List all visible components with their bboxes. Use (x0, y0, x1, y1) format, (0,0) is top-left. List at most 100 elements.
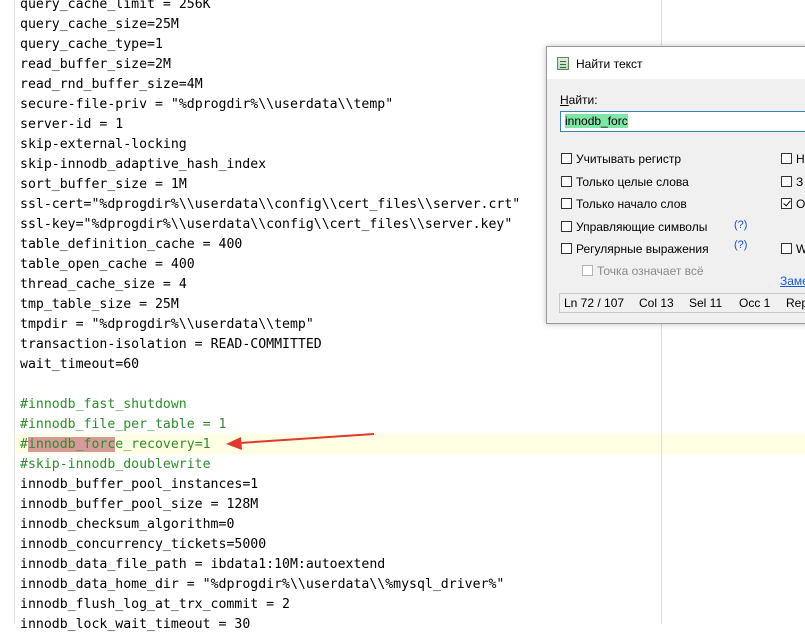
assignment-operator: = (202, 497, 227, 512)
option-checkbox[interactable] (561, 221, 572, 232)
config-value: 400 (170, 257, 195, 272)
code-line[interactable]: query_cache_size=25M (20, 15, 520, 35)
code-line[interactable]: transaction-isolation = READ-COMMITTED (20, 335, 520, 355)
option-label: Учитывать регистр (576, 152, 682, 166)
code-line[interactable]: innodb_checksum_algorithm=0 (20, 515, 520, 535)
config-value: 25M (154, 297, 179, 312)
config-value: 400 (218, 237, 243, 252)
code-line[interactable]: wait_timeout=60 (20, 355, 520, 375)
option-checkbox[interactable] (561, 198, 572, 209)
search-match-highlight: innodb_forc (27, 437, 116, 452)
code-line[interactable]: #skip-innodb_doublewrite (20, 455, 520, 475)
option-checkbox[interactable] (781, 198, 792, 209)
assignment-operator: = (154, 277, 179, 292)
config-key: innodb_lock_wait_timeout (20, 617, 211, 632)
find-input-selected-text: innodb_forc (565, 114, 628, 128)
option-label: Н (796, 152, 805, 166)
code-line[interactable]: innodb_flush_log_at_trx_commit = 2 (20, 595, 520, 615)
help-link-escape[interactable]: (?) (734, 219, 747, 231)
config-key: tmpdir (20, 317, 68, 332)
code-line[interactable]: read_rnd_buffer_size=4M (20, 75, 520, 95)
code-line[interactable]: table_open_cache = 400 (20, 255, 520, 275)
config-value: "%dprogdir%\\userdata\\%mysql_driver%" (202, 577, 505, 592)
code-line[interactable]: query_cache_limit = 256K (20, 0, 520, 15)
config-value: 1 (155, 37, 163, 52)
code-line[interactable] (20, 375, 520, 395)
config-key: ssl-cert (20, 197, 84, 212)
config-key: innodb_data_file_path (20, 557, 187, 572)
assignment-operator: = (147, 177, 171, 192)
option-label: Регулярные выражения (576, 242, 709, 256)
assignment-operator: = (75, 217, 84, 232)
option-label: Только начало слов (576, 197, 687, 211)
config-key: secure-file-priv (20, 97, 148, 112)
code-line[interactable]: innodb_data_file_path = ibdata1:10M:auto… (20, 555, 520, 575)
code-line[interactable]: innodb_buffer_pool_instances=1 (20, 475, 520, 495)
status-column: Col 13 (639, 296, 674, 310)
config-value: 4M (186, 77, 203, 92)
code-line[interactable]: query_cache_type=1 (20, 35, 520, 55)
config-key: server-id (20, 117, 92, 132)
config-value: 128M (226, 497, 259, 512)
assignment-operator: = (258, 597, 283, 612)
code-line[interactable]: skip-external-locking (20, 135, 520, 155)
comment-text: #skip-innodb_doublewrite (20, 457, 211, 472)
option-label: Управляющие символы (576, 220, 708, 234)
config-value: "%dprogdir%\\userdata\\config\\cert_file… (83, 217, 513, 232)
option-label: Точка означает всё (597, 264, 704, 278)
code-line[interactable]: tmp_table_size = 25M (20, 295, 520, 315)
code-line[interactable]: read_buffer_size=2M (20, 55, 520, 75)
code-lines[interactable]: query_cache_limit = 256K query_cache_size… (20, 0, 520, 635)
code-line[interactable]: table_definition_cache = 400 (20, 235, 520, 255)
code-line[interactable]: tmpdir = "%dprogdir%\\userdata\\temp" (20, 315, 520, 335)
code-line[interactable]: thread_cache_size = 4 (20, 275, 520, 295)
help-link-regex[interactable]: (?) (734, 239, 747, 251)
option-checkbox[interactable] (781, 176, 792, 187)
comment-text: e_recovery=1 (115, 437, 211, 452)
code-line[interactable]: ssl-key="%dprogdir%\\userdata\\config\\c… (20, 215, 520, 235)
config-value: 0 (226, 517, 235, 532)
config-value: 1M (170, 177, 187, 192)
dialog-titlebar[interactable]: Найти текст (547, 47, 805, 79)
config-value: 25M (155, 17, 179, 32)
status-replacements: Rep (786, 296, 805, 310)
code-line[interactable]: #innodb_file_per_table = 1 (20, 415, 520, 435)
config-value: 1 (250, 477, 259, 492)
config-key: skip-innodb_adaptive_hash_index (20, 157, 267, 172)
notepad-icon (557, 57, 569, 70)
config-key: innodb_checksum_algorithm (20, 517, 219, 532)
code-line[interactable]: server-id = 1 (20, 115, 520, 135)
option-checkbox[interactable] (781, 243, 792, 254)
assignment-operator: = (147, 257, 171, 272)
code-line[interactable]: skip-innodb_adaptive_hash_index (20, 155, 520, 175)
code-line[interactable]: innodb_concurrency_tickets=5000 (20, 535, 520, 555)
code-line[interactable]: innodb_buffer_pool_size = 128M (20, 495, 520, 515)
find-input[interactable]: innodb_forc (560, 111, 805, 132)
option-checkbox[interactable] (781, 153, 792, 164)
option-label: Только целые слова (576, 175, 689, 189)
code-line[interactable]: #innodb_fast_shutdown (20, 395, 520, 415)
config-key: ssl-key (20, 217, 76, 232)
config-value: "%dprogdir%\\userdata\\config\\cert_file… (91, 197, 521, 212)
config-key: read_buffer_size (20, 57, 148, 72)
code-line[interactable]: innodb_lock_wait_timeout = 30 (20, 615, 520, 635)
assignment-operator: = (131, 297, 155, 312)
config-key: skip-external-locking (20, 137, 187, 152)
assignment-operator: = (194, 237, 219, 252)
option-checkbox[interactable] (561, 153, 572, 164)
code-line[interactable]: ssl-cert="%dprogdir%\\userdata\\config\\… (20, 195, 520, 215)
replace-link[interactable]: Заме (780, 274, 805, 288)
code-line[interactable]: sort_buffer_size = 1M (20, 175, 520, 195)
config-value: ibdata1:10M:autoextend (210, 557, 386, 572)
option-checkbox[interactable] (561, 176, 572, 187)
config-key: thread_cache_size (20, 277, 155, 292)
status-line: Ln 72 / 107 (564, 296, 625, 310)
option-checkbox[interactable] (561, 243, 572, 254)
find-text-dialog[interactable]: Найти текст Найти: innodb_forc Учитывать… (546, 46, 805, 324)
config-key: sort_buffer_size (20, 177, 148, 192)
code-line[interactable]: #innodb_force_recovery=1 (20, 435, 520, 455)
config-key: read_rnd_buffer_size (20, 77, 179, 92)
code-line[interactable]: secure-file-priv = "%dprogdir%\\userdata… (20, 95, 520, 115)
code-line[interactable]: innodb_data_home_dir = "%dprogdir%\\user… (20, 575, 520, 595)
config-value: READ-COMMITTED (210, 337, 322, 352)
